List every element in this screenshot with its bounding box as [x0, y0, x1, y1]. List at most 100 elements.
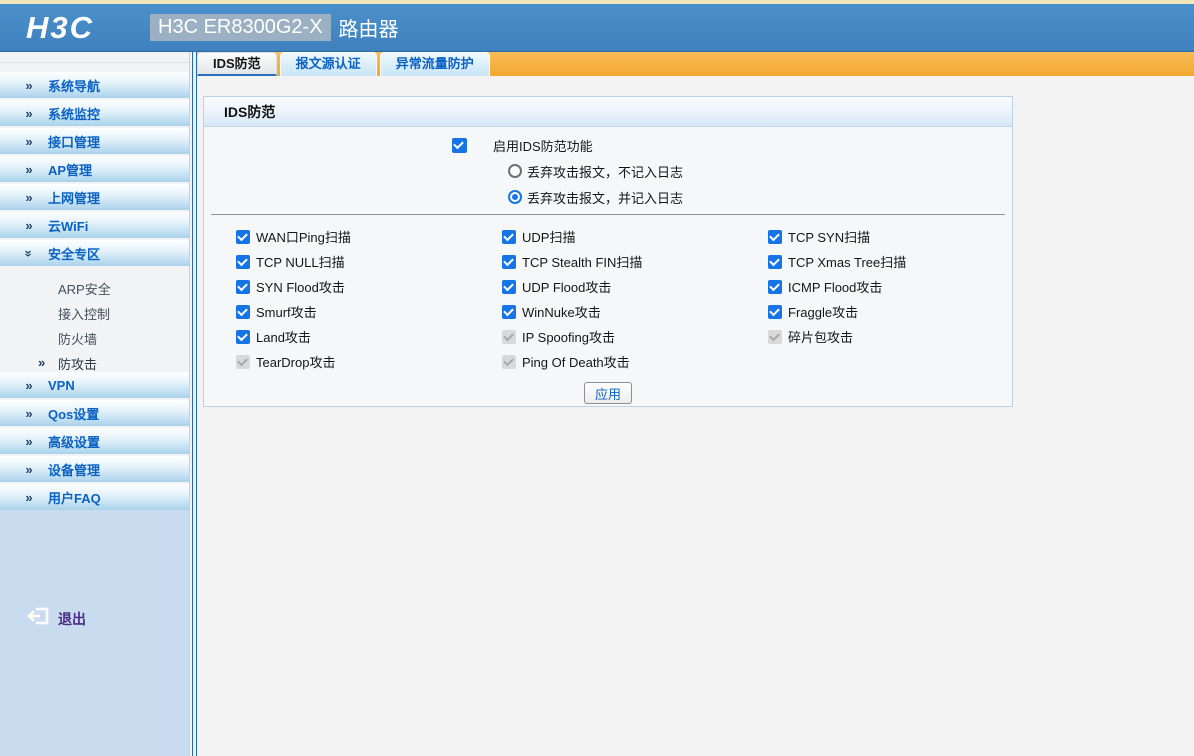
attack-label: Smurf攻击	[256, 305, 317, 320]
attack-row: UDP扫描	[502, 224, 768, 249]
sidebar-item-label: 系统导航	[48, 78, 101, 94]
attack-row: TCP Stealth FIN扫描	[502, 249, 768, 274]
attack-checkbox[interactable]	[236, 354, 250, 369]
sidebar-item-system-nav[interactable]: » 系统导航	[0, 72, 189, 98]
attack-label: ICMP Flood攻击	[788, 280, 883, 295]
attack-row: TCP Xmas Tree扫描	[768, 249, 1012, 274]
attack-row: 碎片包攻击	[768, 324, 1012, 349]
enable-ids-row: 启用IDS防范功能	[452, 135, 1012, 155]
attack-checkbox[interactable]	[502, 354, 516, 369]
submenu-item-firewall[interactable]: 防火墙	[0, 326, 189, 351]
sidebar-item-label: Qos设置	[48, 406, 100, 422]
attack-row: WinNuke攻击	[502, 299, 768, 324]
attack-label: TCP NULL扫描	[256, 255, 345, 270]
attack-label: WAN口Ping扫描	[256, 230, 351, 245]
attack-checkbox[interactable]	[502, 279, 516, 294]
attack-row: SYN Flood攻击	[236, 274, 502, 299]
panel-title: IDS防范	[224, 103, 276, 120]
enable-ids-label: 启用IDS防范功能	[493, 138, 593, 154]
tab-label: IDS防范	[213, 56, 261, 71]
logout-label: 退出	[58, 610, 86, 627]
sidebar-item-interface-mgmt[interactable]: » 接口管理	[0, 128, 189, 154]
device-type-label: 路由器	[338, 19, 399, 41]
submenu-item-access-control[interactable]: 接入控制	[0, 301, 189, 326]
attack-row: Land攻击	[236, 324, 502, 349]
attack-checkbox[interactable]	[768, 279, 782, 294]
logout-button[interactable]: 退出	[26, 606, 86, 631]
app-header: H3C H3C ER8300G2-X 路由器	[0, 4, 1194, 52]
attack-checkbox[interactable]	[768, 229, 782, 244]
drop-no-log-row: 丢弃攻击报文，不记入日志	[508, 161, 1012, 181]
attack-checkbox[interactable]	[768, 329, 782, 344]
tab-bar: IDS防范 报文源认证 异常流量防护	[197, 52, 1194, 76]
attack-label: TCP SYN扫描	[788, 230, 871, 245]
drop-with-log-row: 丢弃攻击报文，并记入日志	[508, 187, 1012, 207]
chevrons-right-icon: »	[25, 217, 33, 233]
sidebar-item-qos[interactable]: » Qos设置	[0, 400, 189, 426]
tab-ids-prevention[interactable]: IDS防范	[197, 52, 277, 76]
h3c-logo: H3C	[26, 9, 95, 45]
sidebar-footer: 退出	[0, 510, 189, 756]
chevrons-right-icon: »	[25, 133, 33, 149]
submenu-item-label: 防火墙	[58, 332, 98, 347]
sidebar-item-label: 系统监控	[48, 106, 101, 122]
apply-row: 应用	[204, 382, 1012, 404]
sidebar-item-label: 上网管理	[48, 190, 101, 206]
attack-row: ICMP Flood攻击	[768, 274, 1012, 299]
chevrons-right-icon: »	[25, 161, 33, 177]
content-left-accent-line	[192, 52, 197, 756]
attack-checkbox[interactable]	[236, 254, 250, 269]
sidebar-item-label: 云WiFi	[48, 218, 89, 234]
submenu-item-attack-prevention[interactable]: 防攻击	[0, 351, 189, 376]
attack-checkbox[interactable]	[502, 229, 516, 244]
sidebar-item-advanced[interactable]: » 高级设置	[0, 428, 189, 454]
panel-header: IDS防范	[204, 97, 1012, 127]
attack-checkbox[interactable]	[768, 254, 782, 269]
sidebar-item-label: VPN	[48, 377, 75, 393]
sidebar-item-internet-mgmt[interactable]: » 上网管理	[0, 184, 189, 210]
drop-no-log-label: 丢弃攻击报文，不记入日志	[527, 164, 684, 180]
apply-button[interactable]: 应用	[583, 382, 632, 404]
tab-packet-source-auth[interactable]: 报文源认证	[279, 52, 377, 76]
tab-label: 报文源认证	[295, 56, 361, 71]
attack-checkbox[interactable]	[502, 304, 516, 319]
logout-icon	[26, 606, 50, 631]
attack-label: Ping Of Death攻击	[522, 355, 630, 370]
sidebar-item-label: AP管理	[48, 162, 93, 178]
attack-row: Fraggle攻击	[768, 299, 1012, 324]
drop-with-log-radio[interactable]	[508, 190, 522, 204]
attack-label: TCP Stealth FIN扫描	[522, 255, 643, 270]
attack-checkbox[interactable]	[502, 329, 516, 344]
drop-no-log-radio[interactable]	[508, 164, 522, 178]
attack-label: Land攻击	[256, 330, 311, 345]
attack-label: TearDrop攻击	[256, 355, 336, 370]
attack-checkbox[interactable]	[502, 254, 516, 269]
sidebar-item-user-faq[interactable]: » 用户FAQ	[0, 484, 189, 510]
attack-label: Fraggle攻击	[788, 305, 859, 320]
sidebar-item-ap-mgmt[interactable]: » AP管理	[0, 156, 189, 182]
attack-checkbox[interactable]	[236, 304, 250, 319]
sidebar-item-device-mgmt[interactable]: » 设备管理	[0, 456, 189, 482]
chevrons-right-icon: »	[25, 105, 33, 121]
attack-checkbox[interactable]	[236, 229, 250, 244]
sidebar-item-label: 接口管理	[48, 134, 101, 150]
attack-checkbox[interactable]	[236, 329, 250, 344]
sidebar-item-label: 安全专区	[48, 246, 101, 262]
sidebar-item-system-monitor[interactable]: » 系统监控	[0, 100, 189, 126]
attack-row: TCP SYN扫描	[768, 224, 1012, 249]
attack-checkbox[interactable]	[236, 279, 250, 294]
sidebar: » 系统导航 » 系统监控 » 接口管理 » AP管理 » 上网管理 » 云Wi…	[0, 52, 190, 756]
attack-checkbox[interactable]	[768, 304, 782, 319]
sidebar-nav: » 系统导航 » 系统监控 » 接口管理 » AP管理 » 上网管理 » 云Wi…	[0, 52, 189, 510]
sidebar-item-security-zone[interactable]: » 安全专区	[0, 240, 189, 266]
sidebar-item-cloud-wifi[interactable]: » 云WiFi	[0, 212, 189, 238]
ids-settings-panel: IDS防范 启用IDS防范功能 丢弃攻击报文，不记入日志 丢弃攻击报文，并记入日…	[203, 96, 1013, 407]
tab-abnormal-traffic[interactable]: 异常流量防护	[379, 52, 490, 76]
submenu-item-arp-security[interactable]: ARP安全	[0, 276, 189, 301]
attack-label: TCP Xmas Tree扫描	[788, 255, 907, 270]
tab-label: 异常流量防护	[395, 56, 474, 71]
attack-label: WinNuke攻击	[522, 305, 601, 320]
enable-ids-checkbox[interactable]	[452, 137, 467, 153]
attack-row: TearDrop攻击	[236, 349, 502, 374]
chevrons-right-icon: »	[25, 433, 33, 449]
